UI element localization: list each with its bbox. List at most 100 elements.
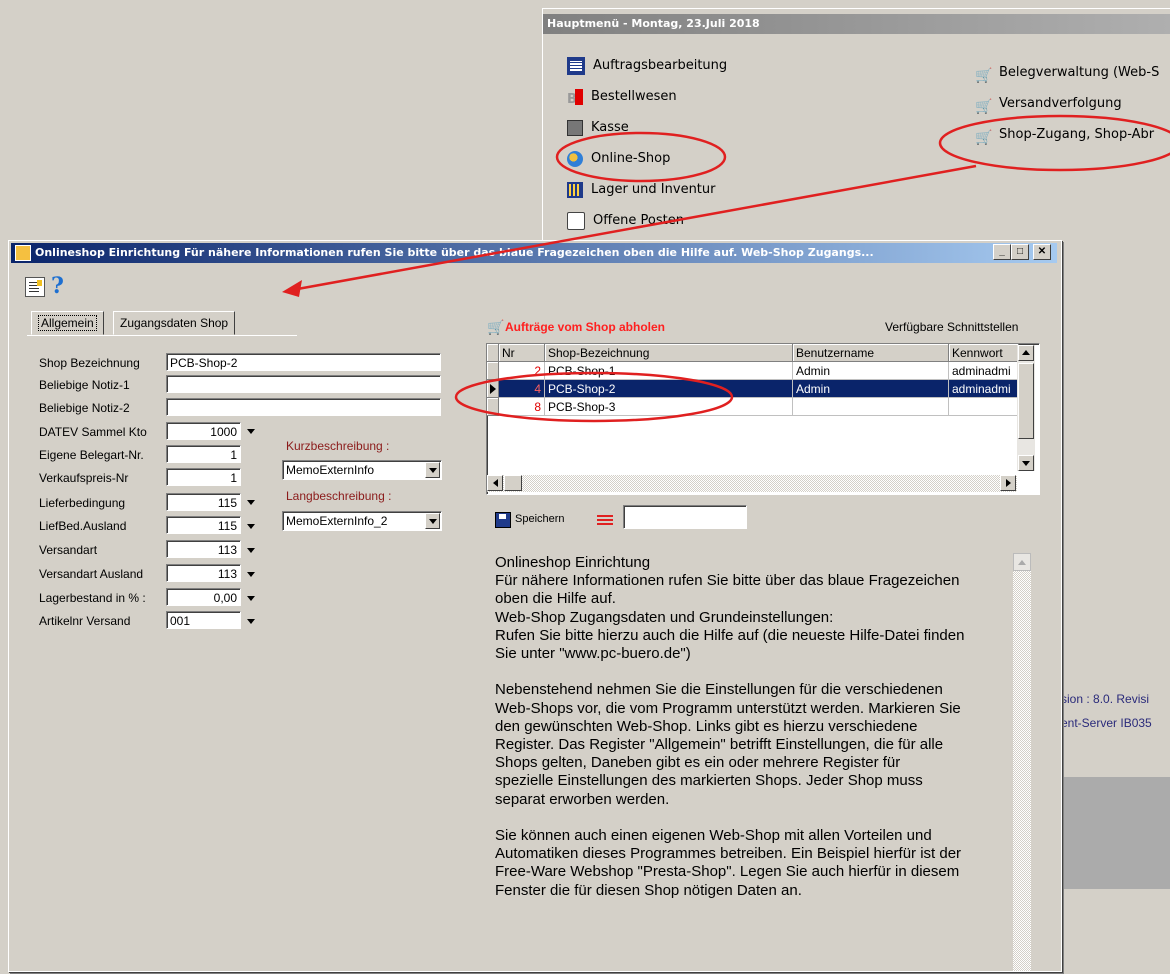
dialog-title: Onlineshop Einrichtung Für nähere Inform…	[35, 246, 874, 259]
menu-item-versandverfolgung[interactable]: 🛒 Versandverfolgung	[975, 93, 1122, 115]
row-indicator-selected[interactable]	[487, 380, 499, 398]
cell-nr[interactable]: 2	[499, 362, 545, 380]
belegart-input[interactable]: 1	[166, 445, 241, 463]
onlineshop-dialog: Onlineshop Einrichtung Für nähere Inform…	[8, 240, 1062, 972]
save-button[interactable]: Speichern	[515, 509, 565, 529]
chevron-down-icon[interactable]	[425, 513, 440, 529]
lieferbedingung-input[interactable]: 115	[166, 493, 241, 511]
cell-shop[interactable]: PCB-Shop-1	[545, 362, 793, 380]
verkaufspreis-input[interactable]: 1	[166, 468, 241, 486]
warehouse-icon	[567, 182, 583, 198]
row-indicator[interactable]	[487, 398, 499, 416]
versandart-input[interactable]: 113	[166, 540, 241, 558]
label-langbeschreibung: Langbeschreibung :	[286, 489, 392, 503]
versandart-ausland-input[interactable]: 113	[166, 564, 241, 582]
menu-item-label: Online-Shop	[591, 151, 671, 166]
tab-label: Allgemein	[38, 315, 97, 331]
lieferbedingung-dropdown-icon[interactable]	[247, 500, 255, 505]
help-scrollbar[interactable]	[1013, 553, 1031, 971]
scroll-left-icon[interactable]	[487, 475, 503, 491]
tab-allgemein[interactable]: Allgemein	[31, 311, 104, 335]
help-icon[interactable]: ?	[51, 275, 69, 297]
menu-item-offene-posten[interactable]: Offene Posten	[567, 210, 684, 232]
cell-nr[interactable]: 4	[499, 380, 545, 398]
scroll-thumb[interactable]	[1018, 363, 1034, 439]
save-icon[interactable]	[495, 512, 511, 528]
cell-nr[interactable]: 8	[499, 398, 545, 416]
shop-grid: Nr Shop-Bezeichnung Benutzername Kennwor…	[486, 343, 1040, 495]
cell-shop[interactable]: PCB-Shop-3	[545, 398, 793, 416]
lagerbestand-input[interactable]: 0,00	[166, 588, 241, 606]
scroll-right-icon[interactable]	[1000, 475, 1016, 491]
menu-item-kasse[interactable]: Kasse	[567, 117, 629, 139]
kurzbeschreibung-select[interactable]: MemoExternInfo	[282, 460, 442, 480]
column-header-password[interactable]: Kennwort	[949, 344, 1019, 362]
versandart-dropdown-icon[interactable]	[247, 548, 255, 553]
menu-item-label: Kasse	[591, 120, 629, 135]
interfaces-label: Verfügbare Schnittstellen	[885, 320, 1019, 334]
liefbed-ausland-dropdown-icon[interactable]	[247, 524, 255, 529]
column-header-shop[interactable]: Shop-Bezeichnung	[545, 344, 793, 362]
globe-icon	[567, 151, 583, 167]
versandart-ausland-dropdown-icon[interactable]	[247, 572, 255, 577]
label-belegart: Eigene Belegart-Nr.	[39, 448, 144, 462]
list-settings-icon[interactable]	[25, 277, 45, 297]
menu-item-shop-zugang[interactable]: 🛒 Shop-Zugang, Shop-Abr	[975, 124, 1154, 146]
search-input[interactable]	[623, 505, 747, 529]
cell-password[interactable]: adminadmi	[949, 380, 1019, 398]
label-datev: DATEV Sammel Kto	[39, 425, 147, 439]
menu-item-label: Versandverfolgung	[999, 96, 1122, 111]
cell-user[interactable]: Admin	[793, 362, 949, 380]
shop-section-title: Aufträge vom Shop abholen	[505, 320, 666, 334]
label-lagerbestand: Lagerbestand in % :	[39, 591, 146, 605]
menu-item-label: Belegverwaltung (Web-S	[999, 65, 1160, 80]
menu-item-lager[interactable]: Lager und Inventur	[567, 179, 715, 201]
scroll-up-icon[interactable]	[1018, 345, 1034, 361]
langbeschreibung-value: MemoExternInfo_2	[286, 514, 388, 528]
bestell-icon: B	[567, 89, 583, 107]
liefbed-ausland-input[interactable]: 115	[166, 516, 241, 534]
notiz1-input[interactable]	[166, 375, 441, 393]
list-icon[interactable]	[597, 511, 613, 527]
grid-vertical-scrollbar[interactable]	[1017, 345, 1035, 471]
minimize-button[interactable]: _	[993, 244, 1011, 260]
menu-item-label: Lager und Inventur	[591, 182, 716, 197]
lagerbestand-dropdown-icon[interactable]	[247, 596, 255, 601]
scroll-thumb[interactable]	[504, 475, 522, 491]
cell-user[interactable]	[793, 398, 949, 416]
menu-item-label: Auftragsbearbeitung	[593, 58, 728, 73]
cell-shop[interactable]: PCB-Shop-2	[545, 380, 793, 398]
datev-dropdown-icon[interactable]	[247, 429, 255, 434]
cart-icon: 🛒	[975, 68, 993, 84]
menu-item-online-shop[interactable]: Online-Shop	[567, 148, 670, 170]
menu-item-bestellwesen[interactable]: B Bestellwesen	[567, 86, 677, 108]
scroll-down-icon[interactable]	[1018, 455, 1034, 471]
label-shop-bezeichnung: Shop Bezeichnung	[39, 356, 140, 370]
cell-password[interactable]	[949, 398, 1019, 416]
maximize-button[interactable]: □	[1011, 244, 1029, 260]
scroll-up-icon[interactable]	[1013, 553, 1031, 571]
register-icon	[567, 120, 583, 136]
grid-horizontal-scrollbar[interactable]	[487, 475, 1017, 492]
menu-item-belegverwaltung[interactable]: 🛒 Belegverwaltung (Web-S	[975, 62, 1159, 84]
artikelnr-versand-input[interactable]: 001	[166, 611, 241, 629]
label-versandart: Versandart	[39, 543, 98, 557]
cell-password[interactable]: adminadmi	[949, 362, 1019, 380]
langbeschreibung-select[interactable]: MemoExternInfo_2	[282, 511, 442, 531]
tab-label: Zugangsdaten Shop	[120, 316, 229, 330]
menu-item-auftragsbearbeitung[interactable]: Auftragsbearbeitung	[567, 55, 727, 77]
shop-bezeichnung-input[interactable]: PCB-Shop-2	[166, 353, 441, 371]
artikelnr-dropdown-icon[interactable]	[247, 619, 255, 624]
close-button[interactable]: ✕	[1033, 244, 1051, 260]
menu-item-label: Bestellwesen	[591, 89, 677, 104]
notiz2-input[interactable]	[166, 398, 441, 416]
tab-zugangsdaten[interactable]: Zugangsdaten Shop	[113, 311, 236, 335]
datev-input[interactable]: 1000	[166, 422, 241, 440]
row-indicator[interactable]	[487, 362, 499, 380]
column-header-nr[interactable]: Nr	[499, 344, 545, 362]
label-artikelnr-versand: Artikelnr Versand	[39, 614, 131, 628]
cell-user[interactable]: Admin	[793, 380, 949, 398]
chevron-down-icon[interactable]	[425, 462, 440, 478]
app-icon	[15, 245, 31, 261]
column-header-user[interactable]: Benutzername	[793, 344, 949, 362]
